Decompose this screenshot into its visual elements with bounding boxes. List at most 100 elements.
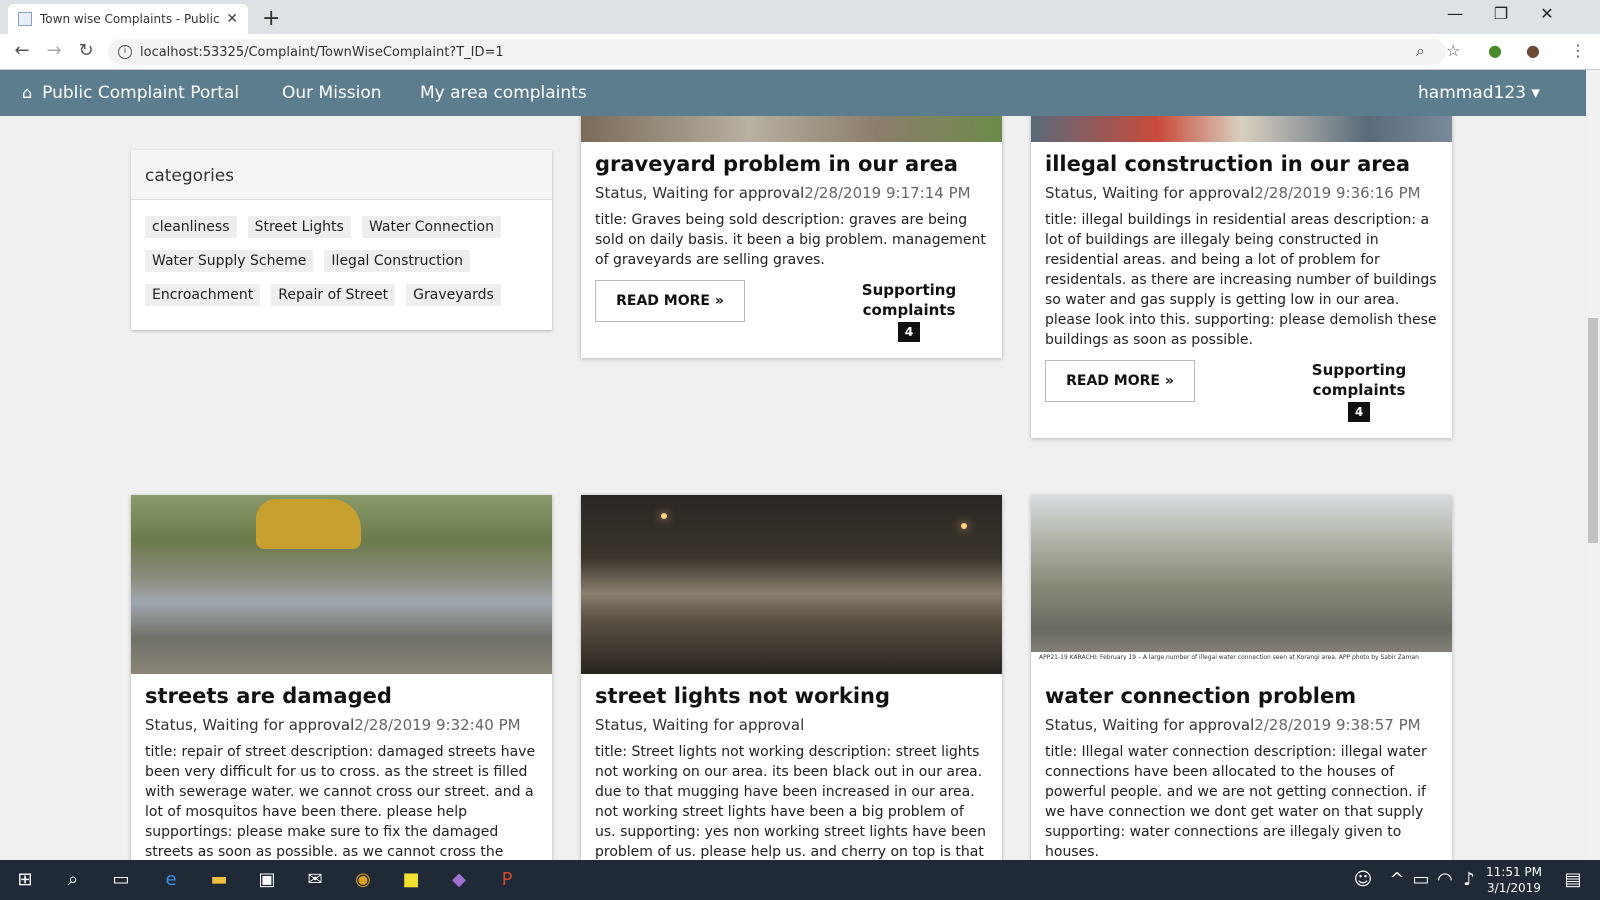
volume-icon[interactable]: ♪ bbox=[1456, 868, 1482, 892]
task-view-icon[interactable]: ▭ bbox=[108, 868, 134, 892]
supporting-label: Supporting complaints bbox=[1311, 361, 1407, 399]
status-text: Status, Waiting for approval bbox=[145, 716, 355, 734]
notifications-icon[interactable]: ▤ bbox=[1560, 868, 1586, 892]
complaint-card: streets are damaged Status, Waiting for … bbox=[131, 495, 552, 860]
mail-icon[interactable]: ✉ bbox=[302, 868, 328, 892]
home-icon: ⌂ bbox=[22, 83, 33, 102]
read-more-button[interactable]: READ MORE » bbox=[595, 280, 745, 322]
minimize-icon[interactable]: — bbox=[1432, 4, 1478, 23]
file-explorer-icon[interactable]: ▬ bbox=[206, 868, 232, 892]
browser-tabbar: Town wise Complaints - Public C ✕ + — ❐ … bbox=[0, 0, 1600, 34]
complaint-image bbox=[581, 116, 1002, 142]
complaint-card: APP21-19 KARACHI: February 19 – A large … bbox=[1031, 495, 1452, 860]
category-tag[interactable]: Graveyards bbox=[406, 284, 501, 306]
status-text: Status, Waiting for approval bbox=[595, 184, 805, 202]
categories-title: categories bbox=[131, 150, 552, 200]
car-shape bbox=[256, 499, 361, 549]
nav-my-area-complaints[interactable]: My area complaints bbox=[420, 83, 587, 103]
zoom-icon[interactable]: ⌕ bbox=[1416, 41, 1425, 61]
category-tag[interactable]: Ilegal Construction bbox=[324, 250, 470, 272]
complaint-date: 2/28/2019 9:38:57 PM bbox=[1254, 716, 1421, 734]
category-tag[interactable]: Encroachment bbox=[145, 284, 261, 306]
complaint-status: Status, Waiting for approval2/28/2019 9:… bbox=[595, 184, 988, 202]
url-text: localhost:53325/Complaint/TownWiseCompla… bbox=[140, 44, 504, 60]
windows-taskbar: ⊞ ⌕ ▭ e ▬ ▣ ✉ ◉ ■ ◆ P ☺ ^ ▭ ◠ ♪ 11:51 PM… bbox=[0, 860, 1600, 900]
tray-chevron-icon[interactable]: ^ bbox=[1384, 868, 1410, 892]
visual-studio-icon[interactable]: ◆ bbox=[446, 868, 472, 892]
search-icon[interactable]: ⌕ bbox=[60, 868, 86, 892]
main-content: categories cleanliness Street Lights Wat… bbox=[0, 116, 1586, 860]
bookmark-star-icon[interactable]: ☆ bbox=[1446, 41, 1460, 60]
wifi-icon[interactable]: ◠ bbox=[1432, 868, 1458, 892]
browser-tab[interactable]: Town wise Complaints - Public C ✕ bbox=[8, 4, 248, 34]
category-tag[interactable]: cleanliness bbox=[145, 216, 237, 238]
supporting-label: Supporting complaints bbox=[861, 281, 957, 319]
site-info-icon[interactable]: i bbox=[118, 45, 132, 59]
complaint-description: title: Graves being sold description: gr… bbox=[595, 212, 986, 268]
scrollbar-thumb[interactable] bbox=[1588, 318, 1598, 543]
image-caption: APP21-19 KARACHI: February 19 – A large … bbox=[1031, 652, 1452, 674]
sticky-notes-icon[interactable]: ■ bbox=[398, 868, 424, 892]
category-tag[interactable]: Water Connection bbox=[361, 216, 501, 238]
complaint-date: 2/28/2019 9:36:16 PM bbox=[1254, 184, 1421, 202]
categories-panel: categories cleanliness Street Lights Wat… bbox=[131, 150, 552, 330]
page-favicon-icon bbox=[18, 12, 32, 26]
status-text: Status, Waiting for approval bbox=[595, 716, 805, 734]
complaint-status: Status, Waiting for approval2/28/2019 9:… bbox=[1045, 184, 1438, 202]
forward-icon[interactable]: → bbox=[42, 40, 66, 61]
category-tag[interactable]: Repair of Street bbox=[271, 284, 396, 306]
status-text: Status, Waiting for approval bbox=[1045, 184, 1255, 202]
clock[interactable]: 11:51 PM 3/1/2019 bbox=[1486, 864, 1542, 896]
street-light-glow bbox=[961, 523, 967, 529]
complaint-title[interactable]: graveyard problem in our area bbox=[595, 152, 988, 176]
people-icon[interactable]: ☺ bbox=[1350, 868, 1376, 892]
restore-icon[interactable]: ❐ bbox=[1478, 4, 1524, 23]
complaint-title[interactable]: streets are damaged bbox=[145, 684, 538, 708]
nav-our-mission[interactable]: Our Mission bbox=[282, 83, 382, 103]
chrome-icon[interactable]: ◉ bbox=[350, 868, 376, 892]
tab-title: Town wise Complaints - Public C bbox=[40, 12, 221, 26]
complaint-description: title: illegal buildings in residential … bbox=[1045, 212, 1437, 348]
street-light-glow bbox=[661, 513, 667, 519]
category-tag[interactable]: Street Lights bbox=[247, 216, 351, 238]
battery-icon[interactable]: ▭ bbox=[1408, 868, 1434, 892]
complaint-card: illegal construction in our area Status,… bbox=[1031, 116, 1452, 438]
complaint-date: 2/28/2019 9:17:14 PM bbox=[804, 184, 971, 202]
complaint-title[interactable]: illegal construction in our area bbox=[1045, 152, 1438, 176]
store-icon[interactable]: ▣ bbox=[254, 868, 280, 892]
user-menu-dropdown[interactable]: hammad123 ▾ bbox=[1418, 83, 1540, 103]
close-tab-icon[interactable]: ✕ bbox=[226, 11, 238, 27]
complaint-status: Status, Waiting for approval2/28/2019 9:… bbox=[1045, 716, 1438, 734]
complaint-status: Status, Waiting for approval2/28/2019 9:… bbox=[145, 716, 538, 734]
brand-label: Public Complaint Portal bbox=[42, 83, 240, 103]
back-icon[interactable]: ← bbox=[10, 40, 34, 61]
windows-start-icon[interactable]: ⊞ bbox=[12, 868, 38, 892]
powerpoint-icon[interactable]: P bbox=[494, 868, 520, 892]
extension-icon[interactable]: ● bbox=[1488, 41, 1502, 60]
new-tab-icon[interactable]: + bbox=[262, 6, 280, 31]
edge-browser-icon[interactable]: e bbox=[158, 868, 184, 892]
complaint-description: title: Street lights not working descrip… bbox=[595, 744, 986, 860]
complaint-image bbox=[131, 495, 552, 674]
complaint-image bbox=[581, 495, 1002, 674]
clock-time: 11:51 PM bbox=[1486, 865, 1542, 879]
browser-menu-icon[interactable]: ⋮ bbox=[1570, 41, 1586, 60]
complaint-title[interactable]: water connection problem bbox=[1045, 684, 1438, 708]
clock-date: 3/1/2019 bbox=[1487, 881, 1541, 895]
complaint-card: graveyard problem in our area Status, Wa… bbox=[581, 116, 1002, 358]
complaint-description: title: repair of street description: dam… bbox=[145, 744, 536, 860]
complaint-title[interactable]: street lights not working bbox=[595, 684, 988, 708]
categories-list: cleanliness Street Lights Water Connecti… bbox=[131, 200, 552, 334]
complaint-status: Status, Waiting for approval bbox=[595, 716, 988, 734]
read-more-button[interactable]: READ MORE » bbox=[1045, 360, 1195, 402]
brand-link[interactable]: ⌂ Public Complaint Portal bbox=[22, 83, 239, 103]
url-bar[interactable]: i localhost:53325/Complaint/TownWiseComp… bbox=[108, 39, 1446, 65]
reload-icon[interactable]: ↻ bbox=[74, 40, 98, 61]
supporting-count-badge: 4 bbox=[1348, 402, 1370, 422]
complaint-image: APP21-19 KARACHI: February 19 – A large … bbox=[1031, 495, 1452, 674]
close-window-icon[interactable]: ✕ bbox=[1524, 4, 1570, 23]
category-tag[interactable]: Water Supply Scheme bbox=[145, 250, 314, 272]
profile-avatar-icon[interactable]: ● bbox=[1526, 41, 1540, 60]
site-navbar: ⌂ Public Complaint Portal Our Mission My … bbox=[0, 70, 1586, 116]
complaint-image bbox=[1031, 116, 1452, 142]
